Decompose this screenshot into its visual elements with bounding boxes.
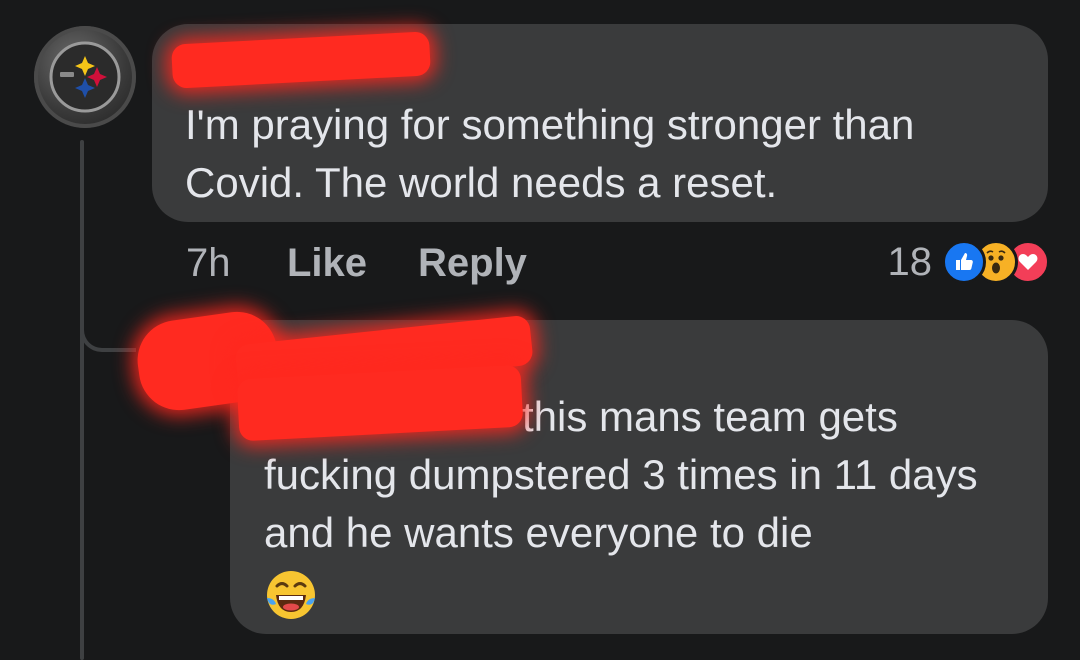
thread-branch-line	[80, 318, 136, 352]
reactions-summary[interactable]: 18	[887, 237, 1050, 287]
laughing-tears-emoji-icon	[267, 571, 315, 619]
reply-button[interactable]: Reply	[418, 240, 527, 286]
reaction-count: 18	[887, 239, 933, 284]
thread-line	[80, 140, 84, 660]
like-button[interactable]: Like	[287, 240, 367, 286]
like-icon	[942, 240, 986, 284]
avatar[interactable]	[34, 26, 136, 128]
comment-thread: I'm praying for something stronger than …	[0, 0, 1080, 660]
comment-text: I'm praying for something stronger than …	[185, 101, 915, 206]
comment-timestamp[interactable]: 7h	[186, 240, 231, 286]
team-logo-icon	[49, 41, 121, 113]
